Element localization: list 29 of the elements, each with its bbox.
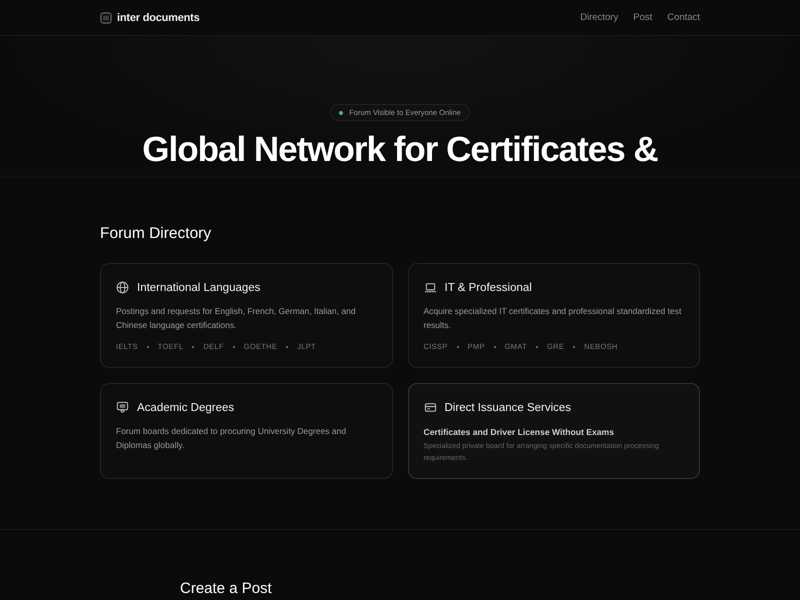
separator-dot (456, 346, 459, 348)
separator-dot (146, 346, 149, 348)
card-subtitle: Certificates and Driver License Without Exams (424, 427, 615, 437)
card-title: Academic Degrees (137, 402, 234, 414)
separator-dot (286, 346, 288, 348)
separator-dot (232, 346, 235, 348)
separator-dot (494, 346, 496, 348)
certificate-icon (116, 401, 129, 414)
card-description: Postings and requests for English, French, German, Italian, and Chinese language certifications. (116, 305, 357, 332)
card-icon (424, 401, 436, 414)
card-description: Acquire specialized IT certificates and professional standardized test results. (424, 305, 682, 332)
nav-link[interactable]: Contact (667, 12, 700, 23)
separator-dot (536, 346, 538, 348)
section-title: Forum Directory (100, 225, 212, 243)
section-title: Create a Post (180, 580, 273, 597)
forum-card[interactable]: Academic Degrees Forum boards dedicated to procuring University Degrees and Diplomas globally. (100, 383, 392, 479)
separator-dot (192, 346, 194, 348)
card-title: IT & Professional (444, 282, 532, 294)
brand-name[interactable]: inter documents (117, 12, 200, 24)
globe-icon (116, 281, 129, 294)
logo-icon (100, 12, 112, 24)
card-title: International Languages (137, 282, 260, 294)
hero-heading: Global Network for Certificates & (142, 130, 658, 170)
card-description: Forum boards dedicated to procuring University Degrees and Diplomas globally. (116, 425, 348, 452)
card-title: Direct Issuance Services (444, 402, 572, 414)
separator-dot (573, 346, 576, 348)
laptop-icon (424, 281, 436, 294)
nav-link[interactable]: Directory (580, 12, 618, 23)
nav-link[interactable]: Post (633, 12, 652, 23)
